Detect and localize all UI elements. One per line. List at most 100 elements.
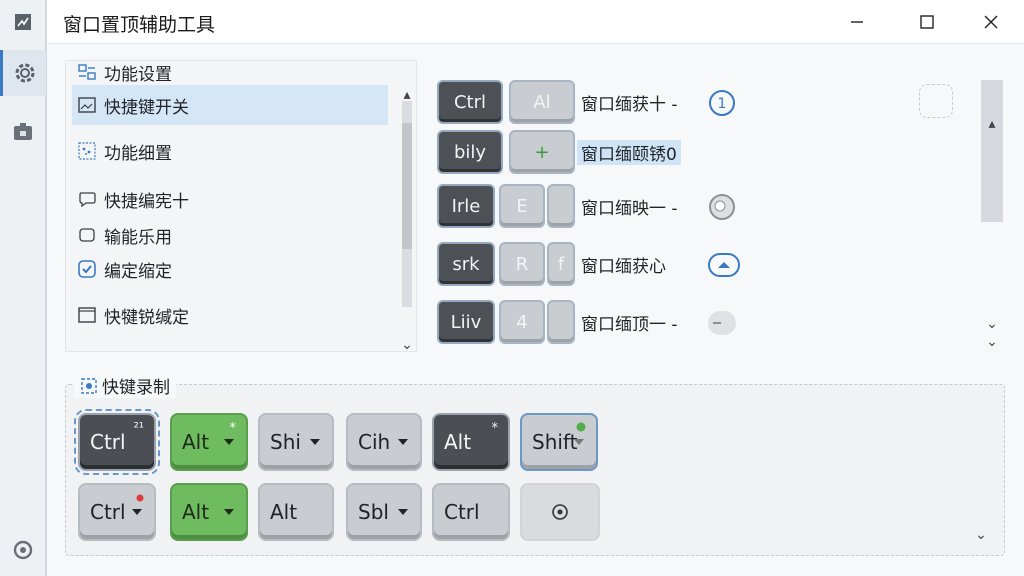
close-button[interactable] bbox=[971, 6, 1011, 38]
shortcut-row[interactable]: Irle E 窗口缅映一 - bbox=[437, 184, 957, 232]
svg-text:1: 1 bbox=[718, 96, 727, 112]
chevron-down-icon bbox=[574, 439, 584, 445]
record-key-alt[interactable]: Alt * bbox=[170, 413, 248, 471]
scroll-down-icon[interactable]: ⌄ bbox=[985, 316, 999, 332]
key-cap[interactable]: Liiv bbox=[437, 300, 495, 344]
plugin-icon[interactable] bbox=[0, 112, 46, 152]
key-cap[interactable]: Ctrl bbox=[437, 80, 503, 124]
record-key-label: Ctrl bbox=[90, 430, 126, 454]
key-cap-blank[interactable] bbox=[547, 184, 575, 228]
left-rail bbox=[0, 0, 46, 576]
nav-item-label: 编定缩定 bbox=[104, 261, 172, 282]
window-icon bbox=[76, 304, 98, 326]
scroll-thumb[interactable] bbox=[981, 80, 1003, 222]
settings-nav-panel: 功能设置 快捷键开关 功能细置 快捷编宪十 输能乐用 编定缩定 快犍锐缄定 ▴ … bbox=[65, 60, 417, 353]
recording-legend: 快键录制 bbox=[74, 373, 176, 398]
title-bar: 窗口置顶辅助工具 bbox=[47, 0, 1024, 44]
record-key-label: Ctrl bbox=[444, 500, 480, 524]
key-cap[interactable]: + bbox=[509, 130, 575, 174]
nav-item-shortcut-edit[interactable]: 快捷编宪十 bbox=[72, 179, 388, 219]
nav-item-label: 快捷键开关 bbox=[104, 97, 189, 118]
toggle-icon[interactable] bbox=[707, 308, 737, 338]
record-key-label: Alt bbox=[182, 500, 210, 524]
record-key-shift[interactable]: Shi bbox=[258, 413, 334, 471]
gear-icon[interactable] bbox=[0, 50, 46, 96]
record-key-shift-2[interactable]: Shift bbox=[520, 413, 598, 471]
maximize-button[interactable] bbox=[907, 6, 947, 38]
square-icon bbox=[76, 224, 98, 246]
scroll-up-icon[interactable]: ▴ bbox=[985, 116, 999, 132]
key-cap[interactable]: E bbox=[499, 184, 545, 228]
shortcut-row[interactable]: Liiv 4 窗口缅顶一 - bbox=[437, 300, 957, 348]
record-key-alt-3[interactable]: Alt bbox=[170, 483, 248, 541]
nav-item-label: 快犍锐缄定 bbox=[104, 307, 189, 328]
image-icon bbox=[76, 94, 98, 116]
record-key-label: Shift bbox=[532, 430, 578, 454]
record-key-label: Alt bbox=[182, 430, 210, 454]
nav-item-binding[interactable]: 编定缩定 bbox=[72, 249, 388, 289]
record-icon bbox=[707, 192, 737, 222]
key-recording-group: 快键录制 Ctrl ²¹ Alt * Shi Cih Alt * Shift C… bbox=[65, 373, 1005, 556]
record-key-shift-3[interactable]: Sbl bbox=[346, 483, 422, 541]
record-key-label: Shi bbox=[270, 430, 301, 454]
key-cap[interactable]: srk bbox=[437, 242, 495, 286]
placeholder-slot[interactable] bbox=[919, 84, 953, 118]
shortcut-label: 窗口缅获十 - bbox=[581, 95, 678, 115]
settings-header-label: 功能设置 bbox=[104, 64, 172, 85]
shortcut-row[interactable]: srk R f 窗口缅获心 bbox=[437, 242, 957, 290]
shortcut-row[interactable]: bily + 窗口缅颐锈0 bbox=[437, 130, 957, 178]
key-cap[interactable]: f bbox=[547, 242, 575, 286]
record-add-button[interactable] bbox=[520, 483, 600, 541]
key-cap[interactable]: Irle bbox=[437, 184, 495, 228]
list-scrollbar[interactable]: ▴ ⌄ ⌄ bbox=[977, 80, 1003, 350]
record-key-ctrl-2[interactable]: Cih bbox=[346, 413, 422, 471]
key-cap[interactable]: bily bbox=[437, 130, 503, 174]
record-key-label: Ctrl bbox=[90, 500, 126, 524]
record-key-label: Alt bbox=[270, 500, 298, 524]
nav-item-label: 输能乐用 bbox=[104, 227, 172, 248]
target-icon bbox=[552, 504, 568, 520]
nav-item-function-detail[interactable]: 功能细置 bbox=[72, 131, 388, 171]
record-key-ctrl-3[interactable]: Ctrl bbox=[78, 483, 156, 541]
chevron-down-icon bbox=[310, 439, 320, 445]
record-key-label: Sbl bbox=[358, 500, 389, 524]
record-frame-icon bbox=[80, 377, 98, 395]
record-key-ctrl[interactable]: Ctrl ²¹ bbox=[74, 409, 160, 475]
chevron-down-icon bbox=[224, 509, 234, 515]
main-window: 窗口置顶辅助工具 功能设置 快捷键开关 功能细置 快捷编宪十 输能乐用 编定缩定… bbox=[46, 0, 1024, 576]
recording-legend-label: 快键录制 bbox=[102, 378, 170, 398]
number-one-icon: 1 bbox=[707, 88, 737, 118]
chevron-down-icon[interactable]: ⌄ bbox=[974, 527, 988, 543]
key-cap[interactable]: R bbox=[499, 242, 545, 286]
record-key-ctrl-4[interactable]: Ctrl bbox=[432, 483, 510, 541]
nav-scrollbar[interactable]: ▴ ⌄ bbox=[400, 83, 414, 353]
chevron-down-icon bbox=[398, 509, 408, 515]
settings-header-icon bbox=[76, 61, 98, 83]
record-key-alt-2[interactable]: Alt * bbox=[432, 413, 510, 471]
check-shield-icon bbox=[76, 258, 98, 280]
chevron-down-icon bbox=[398, 439, 408, 445]
shortcut-label: 窗口缅顶一 - bbox=[581, 315, 678, 335]
refresh-icon[interactable] bbox=[0, 530, 46, 570]
nav-item-label: 快捷编宪十 bbox=[104, 191, 189, 212]
minimize-button[interactable] bbox=[837, 6, 877, 38]
record-key-mark: * bbox=[229, 421, 237, 436]
status-dot-icon bbox=[136, 491, 144, 506]
scroll-down-icon[interactable]: ⌄ bbox=[400, 337, 414, 353]
settings-header: 功能设置 bbox=[72, 61, 388, 85]
nav-item-shortcut-lock[interactable]: 快犍锐缄定 bbox=[72, 295, 388, 335]
scroll-down-icon[interactable]: ⌄ bbox=[985, 334, 999, 350]
key-cap-blank[interactable] bbox=[547, 300, 575, 344]
scroll-thumb[interactable] bbox=[402, 123, 412, 249]
record-key-label: Cih bbox=[358, 430, 391, 454]
nav-item-shortcut-toggle[interactable]: 快捷键开关 bbox=[72, 85, 388, 125]
key-cap[interactable]: Al bbox=[509, 80, 575, 124]
key-cap[interactable]: 4 bbox=[499, 300, 545, 344]
shortcut-row[interactable]: Ctrl Al 窗口缅获十 - 1 bbox=[437, 80, 957, 128]
shortcut-label: 窗口缅获心 bbox=[581, 257, 666, 277]
dots-icon bbox=[76, 140, 98, 162]
record-key-mark: ²¹ bbox=[133, 421, 144, 436]
record-key-alt-4[interactable]: Alt bbox=[258, 483, 334, 541]
app-icon[interactable] bbox=[0, 4, 46, 40]
record-key-mark: * bbox=[491, 421, 499, 436]
